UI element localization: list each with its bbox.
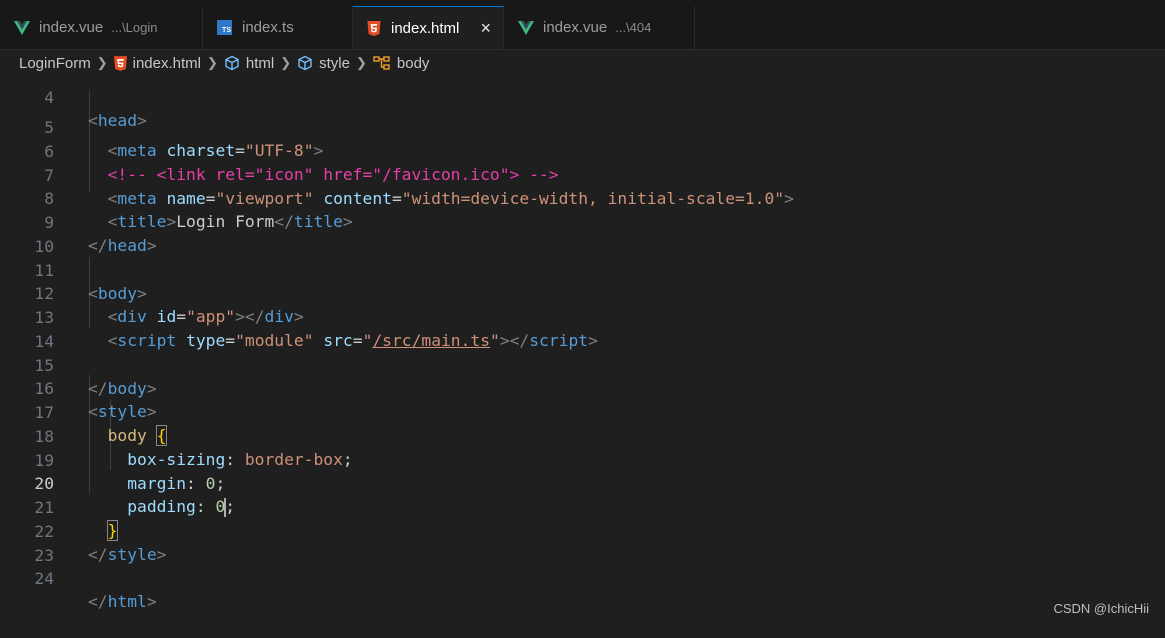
code-editor[interactable]: 4 <head> 5 <meta charset="UTF-8"> 6 <!--… (0, 77, 1165, 624)
code-line: 17 body { (0, 377, 1165, 447)
tab-description: ...\Login (111, 20, 158, 35)
tab-index-vue-login[interactable]: index.vue ...\Login (0, 6, 203, 49)
code-line: 10 (0, 211, 1165, 256)
line-number: 24 (34, 568, 54, 588)
code-line: 12 <div id="app"></div> (0, 258, 1165, 327)
tab-label: index.vue (39, 19, 104, 36)
code-line: 15 </body> (0, 330, 1165, 399)
editor-tab-bar: index.vue ...\Login TS index.ts index.ht… (0, 0, 1165, 50)
vue-icon (14, 20, 30, 35)
close-icon[interactable]: × (480, 18, 491, 39)
code-line: 22 </style> (0, 496, 1165, 565)
code-line-current: 20 padding: 0; (0, 448, 1165, 518)
tab-index-vue-404[interactable]: index.vue ...\404 (504, 6, 695, 49)
code-line: 5 <meta charset="UTF-8"> (0, 92, 1165, 161)
code-line: 23 (0, 520, 1165, 565)
code-line: 18 box-sizing: border-box; (0, 401, 1165, 470)
html-icon (367, 20, 381, 36)
code-line: 14 (0, 306, 1165, 351)
code-line: 24 </html> (0, 543, 1165, 612)
code-line: 21 } (0, 472, 1165, 542)
code-line: 9 </head> (0, 187, 1165, 256)
code-line: 6 <!-- <link rel="icon" href="/favicon.i… (0, 116, 1165, 185)
code-line: 11 <body> (0, 235, 1165, 304)
tab-description: ...\404 (615, 20, 652, 35)
typescript-icon: TS (217, 20, 232, 35)
vue-icon (518, 20, 534, 35)
code-line: 16 <style> (0, 353, 1165, 422)
code-line: 8 <title>Login Form</title> (0, 163, 1165, 232)
code-line: 13 <script type="module" src="/src/main.… (0, 282, 1165, 351)
tab-label: index.html (391, 19, 460, 37)
tab-label: index.ts (242, 19, 294, 36)
tab-index-ts[interactable]: TS index.ts (203, 6, 353, 49)
code-line: 4 <head> (0, 62, 1165, 131)
code-line: 7 <meta name="viewport" content="width=d… (0, 140, 1165, 209)
watermark: CSDN @IchicHii (1053, 601, 1149, 616)
tab-index-html[interactable]: index.html × (353, 6, 504, 49)
code-line: 19 margin: 0; (0, 425, 1165, 494)
tab-label: index.vue (543, 19, 608, 36)
